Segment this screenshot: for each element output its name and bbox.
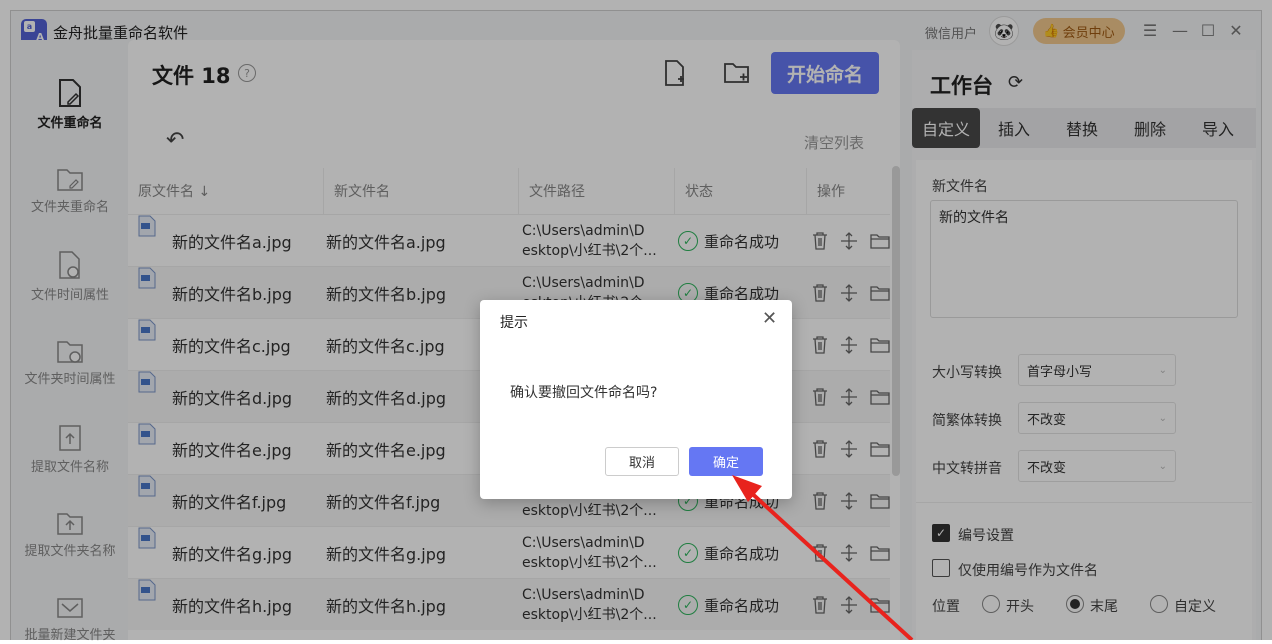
- dialog-title: 提示: [500, 315, 528, 331]
- dialog-message: 确认要撤回文件命名吗?: [510, 385, 658, 401]
- cancel-button[interactable]: 取消: [605, 447, 679, 476]
- confirm-button[interactable]: 确定: [689, 447, 763, 476]
- confirm-dialog: 提示 ✕ 确认要撤回文件命名吗? 取消 确定: [480, 300, 792, 499]
- close-icon[interactable]: ✕: [762, 308, 777, 329]
